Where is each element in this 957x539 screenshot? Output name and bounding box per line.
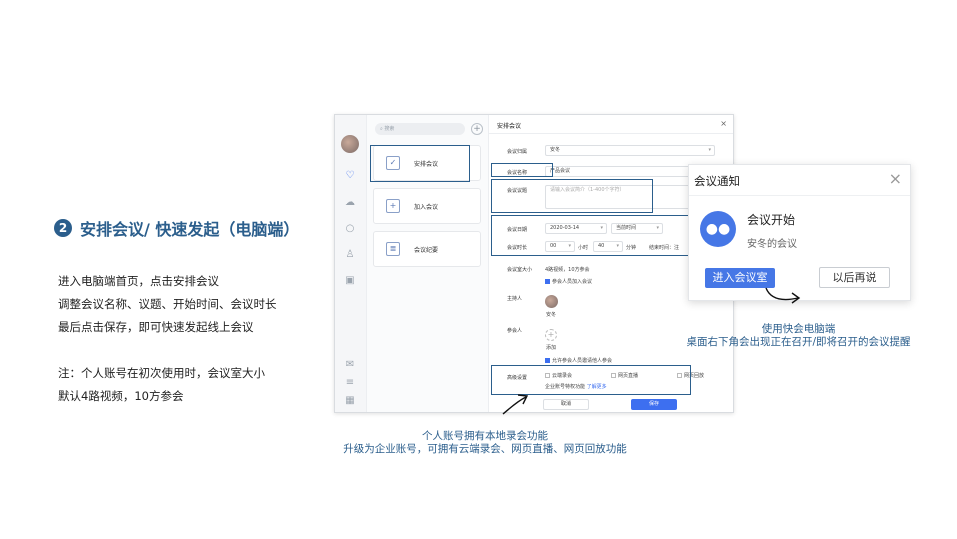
cancel-button[interactable]: 取消 — [543, 399, 589, 410]
size-label: 会议室大小 — [507, 267, 533, 273]
chat-icon[interactable]: ○ — [344, 223, 356, 235]
caption-line: 桌面右下角会出现正在召开/即将召开的会议提醒 — [686, 336, 911, 348]
highlight-topic — [491, 179, 653, 213]
calendar-icon[interactable]: ▣ — [344, 275, 356, 287]
contacts-icon[interactable]: ♙ — [344, 249, 356, 261]
add-label: 添加 — [546, 345, 557, 351]
description-line: 最后点击保存，即可快速发起线上会议 — [58, 320, 254, 334]
note-line: 默认4路视频，10方参会 — [58, 389, 184, 403]
notification-title: 会议通知 — [694, 174, 740, 188]
highlight-schedule — [370, 145, 470, 182]
join-meeting-card[interactable]: + 加入会议 — [373, 188, 481, 224]
meeting-notification-popup: 会议通知 × ●● 会议开始 安冬的会议 进入会议室 以后再说 — [688, 164, 911, 301]
section-heading: 2 安排会议/ 快速发起（电脑端） — [54, 216, 299, 240]
room-size-value: 4路视频，10方参会 — [545, 267, 590, 273]
step-number-badge: 2 — [54, 219, 72, 237]
highlight-advanced — [491, 365, 691, 395]
notification-subtitle: 安冬的会议 — [747, 239, 797, 250]
allow-invite-checkbox[interactable]: 允许参会人员邀请他人参会 — [545, 357, 612, 364]
description-line: 进入电脑端首页，点击安排会议 — [58, 274, 219, 288]
host-name: 安冬 — [546, 312, 557, 318]
later-button[interactable]: 以后再说 — [819, 267, 890, 288]
list-icon[interactable]: ≡ — [344, 377, 356, 389]
plus-icon: + — [386, 199, 400, 213]
host-avatar — [545, 295, 558, 308]
bottom-caption: 个人账号拥有本地录会功能 升级为企业账号，可拥有云端录会、网页直播、网页回放功能 — [330, 430, 640, 456]
meeting-notes-card[interactable]: ≣ 会议纪要 — [373, 231, 481, 267]
caption-line: 个人账号拥有本地录会功能 — [422, 430, 548, 442]
notification-headline: 会议开始 — [747, 213, 796, 227]
grid-icon[interactable]: ▦ — [344, 395, 356, 407]
avatar[interactable] — [341, 135, 359, 153]
mail-icon[interactable]: ✉ — [344, 359, 356, 371]
description-text: 进入电脑端首页，点击安排会议 调整会议名称、议题、开始时间、会议时长 最后点击保… — [58, 270, 277, 408]
note-line: 注：个人账号在初次使用时，会议室大小 — [58, 366, 265, 380]
section-title: 安排会议/ 快速发起（电脑端） — [80, 220, 300, 239]
app-screenshot: ♡ ☁ ○ ♙ ▣ ✉ ≡ ▦ ⌕ 搜索 + ✓ 安排会议 + 加入会议 ≣ 会… — [334, 114, 734, 413]
caption-line: 升级为企业账号，可拥有云端录会、网页直播、网页回放功能 — [343, 443, 627, 455]
close-icon[interactable]: × — [889, 169, 902, 188]
left-rail: ♡ ☁ ○ ♙ ▣ ✉ ≡ ▦ — [335, 115, 367, 412]
add-button[interactable]: + — [471, 123, 483, 135]
host-option-checkbox[interactable]: 参会人员加入会议 — [545, 278, 592, 285]
document-icon: ≣ — [386, 242, 400, 256]
caption-line: 使用快会电脑端 — [761, 323, 836, 335]
close-icon[interactable]: × — [720, 119, 727, 128]
description-line: 调整会议名称、议题、开始时间、会议时长 — [58, 297, 277, 311]
search-input[interactable]: ⌕ 搜索 — [375, 123, 465, 135]
attendee-label: 参会人 — [507, 328, 523, 334]
group-icon: ●● — [700, 211, 736, 247]
meeting-icon[interactable]: ♡ — [344, 170, 356, 182]
type-label: 会议归属 — [507, 149, 528, 155]
bottom-arrow-icon — [502, 394, 529, 415]
highlight-name — [491, 163, 553, 177]
right-arrow-icon — [765, 287, 801, 304]
dialog-title: 安排会议 — [497, 123, 522, 130]
host-label: 主持人 — [507, 296, 523, 302]
owner-select[interactable]: 安冬 ▾ — [545, 145, 715, 156]
right-caption: 使用快会电脑端 桌面右下角会出现正在召开/即将召开的会议提醒 — [680, 323, 917, 349]
save-button[interactable]: 保存 — [631, 399, 677, 410]
add-attendee-button[interactable]: + — [545, 329, 557, 341]
cloud-icon[interactable]: ☁ — [344, 197, 356, 209]
